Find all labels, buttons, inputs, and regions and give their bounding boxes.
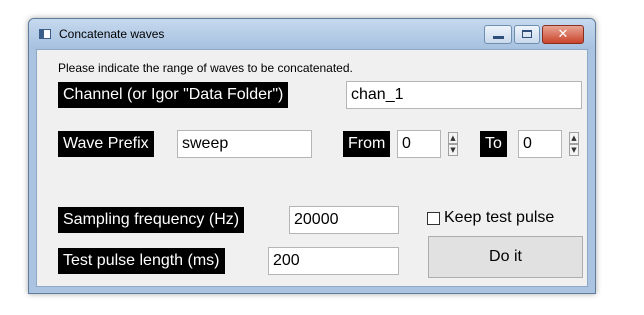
- dialog-body: Please indicate the range of waves to be…: [36, 49, 588, 287]
- to-stepper-down[interactable]: ▼: [569, 144, 579, 156]
- do-it-button[interactable]: Do it: [428, 236, 583, 278]
- maximize-icon: [522, 30, 532, 38]
- title-bar[interactable]: Concatenate waves ✕: [29, 19, 595, 49]
- from-input[interactable]: [397, 130, 441, 158]
- from-label: From: [343, 131, 391, 157]
- test-pulse-length-input[interactable]: [268, 247, 399, 275]
- channel-label: Channel (or Igor "Data Folder"): [58, 82, 289, 108]
- keep-test-pulse-box[interactable]: [427, 212, 440, 225]
- to-stepper-up[interactable]: ▲: [569, 132, 579, 144]
- maximize-button[interactable]: [514, 25, 540, 44]
- test-pulse-length-label: Test pulse length (ms): [58, 248, 225, 274]
- minimize-icon: [493, 36, 504, 39]
- sampling-frequency-input[interactable]: [289, 206, 399, 234]
- concatenate-waves-dialog: Concatenate waves ✕ Please indicate the …: [28, 18, 596, 294]
- sampling-frequency-label: Sampling frequency (Hz): [58, 207, 245, 233]
- app-window-icon: [39, 29, 51, 39]
- from-stepper-down[interactable]: ▼: [448, 144, 458, 156]
- from-stepper-up[interactable]: ▲: [448, 132, 458, 144]
- instructions-text: Please indicate the range of waves to be…: [58, 61, 353, 75]
- from-stepper[interactable]: ▲ ▼: [448, 131, 458, 157]
- channel-input[interactable]: [346, 81, 582, 109]
- window-title: Concatenate waves: [59, 27, 165, 41]
- minimize-button[interactable]: [484, 25, 512, 44]
- wave-prefix-label: Wave Prefix: [58, 131, 154, 157]
- wave-prefix-input[interactable]: [177, 130, 312, 158]
- close-button[interactable]: ✕: [542, 25, 584, 44]
- keep-test-pulse-label: Keep test pulse: [444, 209, 555, 226]
- to-stepper[interactable]: ▲ ▼: [569, 131, 579, 157]
- to-input[interactable]: [518, 130, 562, 158]
- close-icon: ✕: [557, 27, 569, 42]
- to-label: To: [480, 131, 507, 157]
